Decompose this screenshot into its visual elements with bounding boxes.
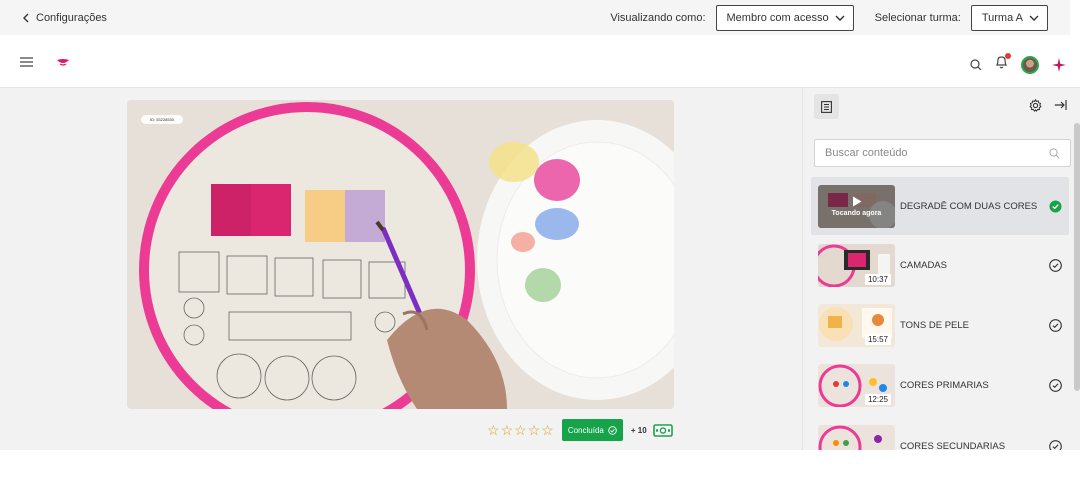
- chevron-down-icon: [835, 15, 845, 21]
- lesson-item[interactable]: 10:37 CAMADAS: [811, 236, 1069, 294]
- lesson-thumbnail: Tocando agora: [818, 184, 895, 228]
- lesson-thumbnail: 10:37: [818, 243, 895, 287]
- lesson-duration: 12:25: [864, 393, 891, 405]
- star-icon[interactable]: ☆: [514, 423, 527, 437]
- star-icon[interactable]: ☆: [541, 423, 554, 437]
- star-icon[interactable]: ☆: [501, 423, 514, 437]
- lesson-item[interactable]: 15:57 TONS DE PELE: [811, 296, 1069, 354]
- collapse-sidebar-icon[interactable]: [1054, 99, 1067, 111]
- back-label: Configurações: [36, 11, 107, 24]
- lesson-title: TONS DE PELE: [900, 319, 969, 331]
- check-circle-icon: [608, 425, 617, 435]
- search-content-input[interactable]: [825, 147, 1045, 159]
- rating-stars[interactable]: ☆ ☆ ☆ ☆ ☆: [487, 423, 554, 437]
- app-header: [0, 35, 1080, 88]
- lesson-title: CORES SECUNDARIAS: [900, 440, 1006, 451]
- lesson-title: CORES PRIMARIAS: [900, 379, 989, 391]
- lesson-title: CAMADAS: [900, 259, 947, 271]
- lesson-item[interactable]: 12:25 CORES PRIMARIAS: [811, 356, 1069, 414]
- class-label: Selecionar turma:: [874, 11, 961, 24]
- main-content: ID: 53228530 ☆ ☆ ☆ ☆ ☆ Concluída + 10: [0, 88, 802, 450]
- top-bar: Configurações Visualizando como: Membro …: [0, 0, 1070, 35]
- viewing-as-value: Membro com acesso: [726, 11, 829, 24]
- play-icon: [852, 196, 861, 206]
- star-icon[interactable]: ☆: [528, 423, 541, 437]
- completed-label: Concluída: [567, 425, 604, 435]
- video-frame-image: [127, 100, 674, 409]
- search-content-field[interactable]: [814, 139, 1071, 167]
- chevron-down-icon: [1029, 15, 1039, 21]
- menu-icon[interactable]: [20, 57, 33, 67]
- now-playing-label: Tocando agora: [831, 209, 882, 217]
- lesson-list-button[interactable]: [814, 94, 839, 119]
- completed-button[interactable]: Concluída: [561, 419, 623, 441]
- viewing-as-select[interactable]: Membro com acesso: [715, 4, 854, 31]
- sparkle-icon[interactable]: [1052, 57, 1066, 72]
- check-circle-icon: [1049, 258, 1062, 272]
- money-icon: [652, 423, 673, 437]
- list-icon: [821, 100, 832, 113]
- star-icon[interactable]: ☆: [487, 423, 500, 437]
- lesson-duration: 10:37: [864, 273, 891, 285]
- video-id-badge: ID: 53228530: [141, 115, 183, 124]
- video-player[interactable]: ID: 53228530: [127, 100, 674, 409]
- lessons-sidebar: Tocando agora DEGRADÊ COM DUAS CORES 10:…: [802, 88, 1080, 450]
- check-circle-icon: [1049, 378, 1062, 392]
- back-link[interactable]: Configurações: [22, 12, 107, 24]
- class-select[interactable]: Turma A: [970, 4, 1048, 31]
- sidebar-scrollbar[interactable]: [1074, 123, 1080, 391]
- brand-logo[interactable]: [56, 58, 70, 68]
- check-circle-icon: [1049, 318, 1062, 332]
- search-icon[interactable]: [970, 58, 982, 71]
- lesson-thumbnail: 12:25: [818, 363, 895, 407]
- lesson-actions: ☆ ☆ ☆ ☆ ☆ Concluída + 10: [487, 419, 673, 441]
- check-circle-icon: [1049, 439, 1062, 450]
- gear-icon[interactable]: [1029, 99, 1042, 112]
- avatar[interactable]: [1021, 55, 1039, 74]
- now-playing-overlay: Tocando agora: [818, 184, 895, 228]
- lesson-duration: 15:57: [864, 333, 891, 345]
- viewing-as-label: Visualizando como:: [610, 11, 706, 24]
- notifications-button[interactable]: [995, 53, 1011, 74]
- lesson-title: DEGRADÊ COM DUAS CORES: [900, 200, 1038, 212]
- class-value: Turma A: [981, 11, 1023, 24]
- points-value: + 10: [630, 425, 647, 435]
- sidebar-toolbar: [803, 88, 1080, 126]
- lesson-thumbnail: 15:57: [818, 303, 895, 347]
- check-circle-filled-icon: [1049, 200, 1062, 212]
- search-icon: [1049, 147, 1060, 158]
- lesson-item[interactable]: CORES SECUNDARIAS: [811, 417, 1069, 450]
- page-footer-blank: [0, 450, 1080, 500]
- lesson-item[interactable]: Tocando agora DEGRADÊ COM DUAS CORES: [811, 177, 1069, 235]
- lesson-thumbnail: [818, 424, 895, 450]
- notification-dot: [1005, 53, 1011, 59]
- chevron-left-icon: [23, 13, 29, 22]
